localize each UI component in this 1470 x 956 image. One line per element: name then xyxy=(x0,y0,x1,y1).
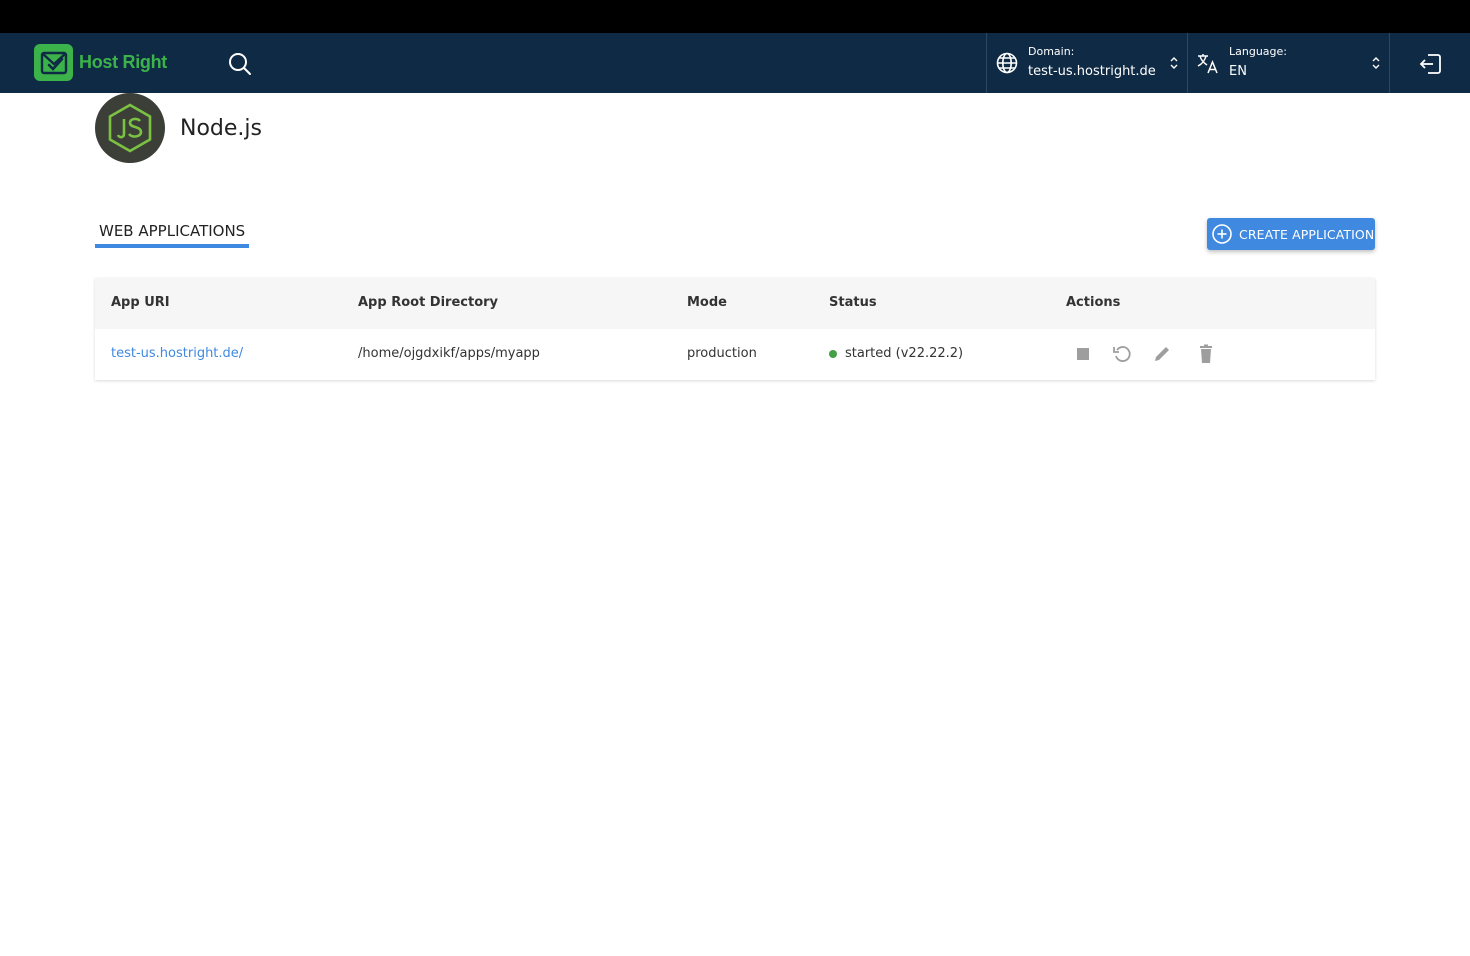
table-row: test-us.hostright.de/ /home/ojgdxikf/app… xyxy=(95,329,1375,380)
language-label: Language: xyxy=(1229,45,1287,58)
app-status: started (v22.22.2) xyxy=(829,346,963,361)
chevron-updown-icon xyxy=(1170,57,1178,69)
app-header: Node.js xyxy=(95,93,262,163)
language-selector[interactable]: Language: EN xyxy=(1188,33,1390,93)
domain-label: Domain: xyxy=(1028,45,1075,58)
status-indicator-dot xyxy=(829,349,837,358)
app-uri-link[interactable]: test-us.hostright.de/ xyxy=(111,346,243,361)
tab-web-applications[interactable]: WEB APPLICATIONS xyxy=(95,220,250,248)
column-header-status: Status xyxy=(829,295,877,310)
domain-selector[interactable]: Domain: test-us.hostright.de xyxy=(986,33,1188,93)
table-header: App URI App Root Directory Mode Status A… xyxy=(95,278,1375,329)
column-header-mode: Mode xyxy=(687,295,727,310)
column-header-app-uri: App URI xyxy=(111,295,170,310)
app-mode: production xyxy=(687,346,757,361)
translate-icon xyxy=(1197,54,1218,74)
create-application-button[interactable]: CREATE APPLICATION xyxy=(1207,218,1375,250)
brand-logo[interactable]: Host Right xyxy=(34,44,167,81)
chevron-updown-icon xyxy=(1372,57,1380,69)
column-header-actions: Actions xyxy=(1066,295,1121,310)
app-root-directory: /home/ojgdxikf/apps/myapp xyxy=(358,346,540,361)
add-circle-icon xyxy=(1212,224,1232,244)
window-top-bar xyxy=(0,0,1470,33)
navbar: Host Right Domain: test-us.hostright.de … xyxy=(0,33,1470,93)
search-icon[interactable] xyxy=(226,50,254,78)
applications-table: App URI App Root Directory Mode Status A… xyxy=(95,278,1375,380)
delete-icon[interactable] xyxy=(1196,343,1216,365)
status-text: started (v22.22.2) xyxy=(845,346,964,361)
nodejs-icon xyxy=(95,93,165,163)
page-title: Node.js xyxy=(180,115,262,141)
domain-value: test-us.hostright.de xyxy=(1028,64,1156,79)
tab-label: WEB APPLICATIONS xyxy=(99,222,246,240)
edit-icon[interactable] xyxy=(1152,343,1172,365)
restart-icon[interactable] xyxy=(1112,343,1132,365)
logout-icon[interactable] xyxy=(1418,51,1444,77)
create-application-label: CREATE APPLICATION xyxy=(1239,226,1375,242)
language-value: EN xyxy=(1229,64,1247,79)
logo-icon xyxy=(34,44,73,81)
column-header-root-directory: App Root Directory xyxy=(358,295,499,310)
brand-name: Host Right xyxy=(79,52,167,72)
globe-icon xyxy=(996,52,1018,74)
stop-icon[interactable] xyxy=(1073,343,1093,365)
